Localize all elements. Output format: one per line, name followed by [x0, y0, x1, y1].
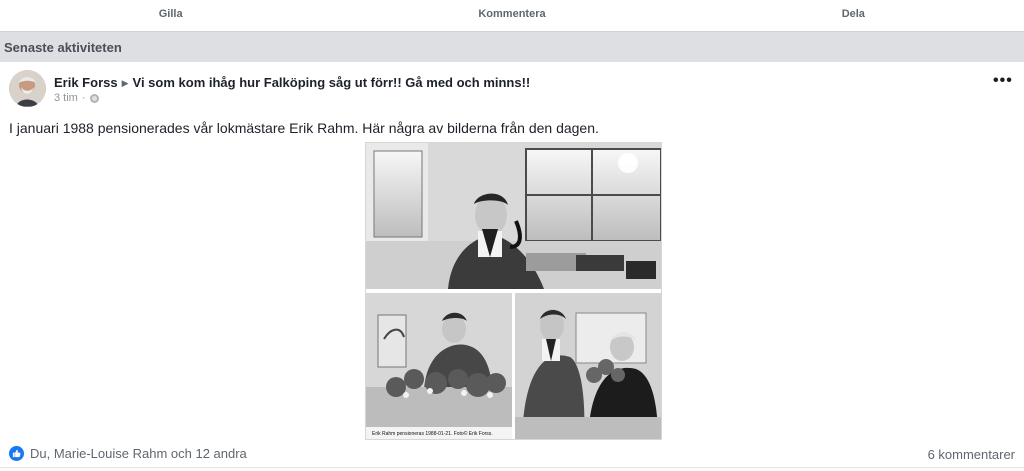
- avatar-photo: [9, 70, 46, 107]
- post-photo[interactable]: Erik Rahm pensioneras 1988-01-21. Foto© …: [365, 142, 662, 440]
- group-name[interactable]: Vi som kom ihåg hur Falköping såg ut för…: [133, 75, 531, 90]
- reactions-text: Du, Marie-Louise Rahm och 12 andra: [30, 446, 247, 461]
- like-icon: [9, 446, 24, 461]
- section-header: Senaste aktiviteten: [0, 31, 1024, 62]
- post-action-bar: Gilla Kommentera Dela: [0, 0, 1024, 28]
- photo-caption: Erik Rahm pensioneras 1988-01-21. Foto© …: [372, 430, 493, 437]
- globe-icon: [89, 93, 99, 103]
- comments-count[interactable]: 6 kommentarer: [928, 447, 1015, 462]
- avatar[interactable]: [9, 70, 46, 107]
- author-name[interactable]: Erik Forss: [54, 75, 118, 90]
- reactions-summary[interactable]: Du, Marie-Louise Rahm och 12 andra: [9, 446, 247, 461]
- thumbs-up-icon: [12, 449, 21, 458]
- like-button[interactable]: Gilla: [0, 0, 341, 28]
- divider: [0, 467, 1024, 468]
- section-title: Senaste aktiviteten: [4, 40, 122, 55]
- caret-right-icon: ▶: [121, 78, 129, 88]
- post-timestamp[interactable]: 3 tim: [54, 92, 78, 104]
- more-icon[interactable]: •••: [993, 73, 1013, 91]
- comment-button[interactable]: Kommentera: [341, 0, 682, 28]
- share-button[interactable]: Dela: [683, 0, 1024, 28]
- post-text: I januari 1988 pensionerades vår lokmäst…: [9, 120, 599, 136]
- photo-collage: Erik Rahm pensioneras 1988-01-21. Foto© …: [366, 143, 662, 439]
- post-header: Erik Forss ▶ Vi som kom ihåg hur Falköping…: [54, 75, 530, 90]
- post-meta: 3 tim ·: [54, 92, 99, 104]
